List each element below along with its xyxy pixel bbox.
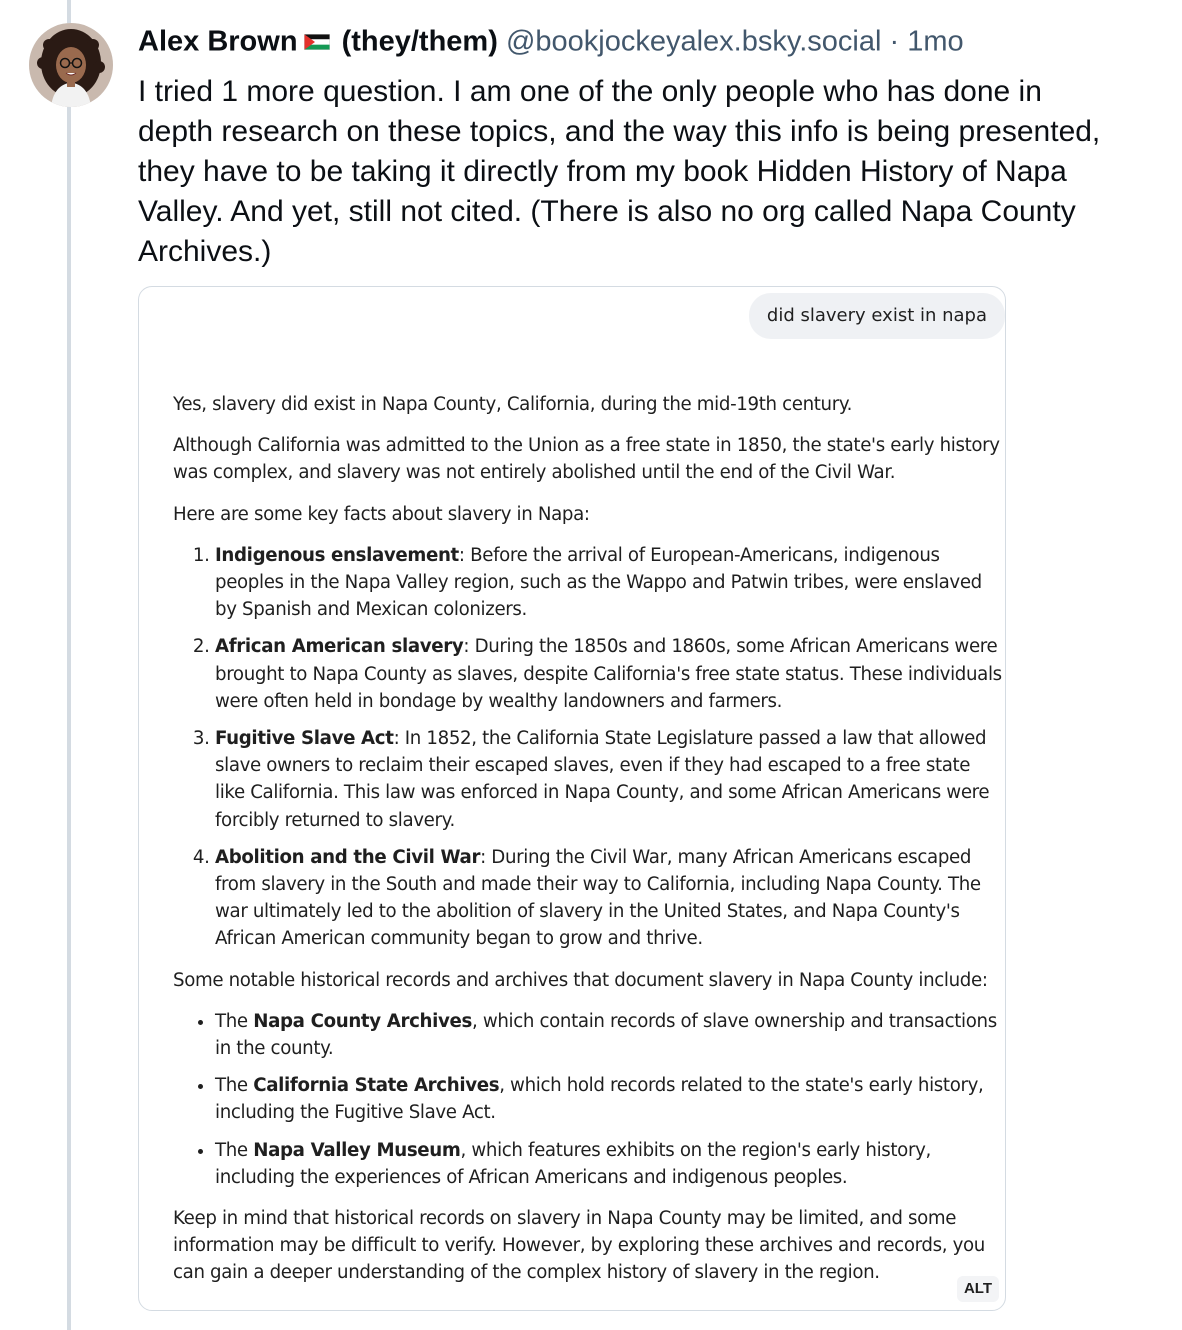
post-body: Alex Brown (they/them) @bookjockeyalex.b…	[138, 22, 1158, 272]
record-name: Napa Valley Museum	[253, 1139, 461, 1161]
list-item: The California State Archives, which hol…	[215, 1072, 1003, 1126]
record-prefix: The	[215, 1139, 254, 1161]
avatar-illustration-icon	[29, 23, 113, 107]
records-list: The Napa County Archives, which contain …	[173, 1008, 1003, 1191]
palestine-flag-icon	[303, 22, 330, 60]
fact-title: Fugitive Slave Act	[215, 728, 394, 750]
list-item: Abolition and the Civil War: During the …	[215, 844, 1003, 953]
fact-title: African American slavery	[215, 636, 464, 658]
list-item: The Napa County Archives, which contain …	[215, 1008, 1003, 1062]
post-text: I tried 1 more question. I am one of the…	[138, 75, 1101, 268]
chat-screenshot: did slavery exist in napa Yes, slavery d…	[139, 287, 1005, 1310]
alt-text-badge[interactable]: ALT	[956, 1276, 999, 1302]
answer-intro: Yes, slavery did exist in Napa County, C…	[173, 394, 853, 415]
records-heading: Some notable historical records and arch…	[173, 969, 988, 991]
fact-title: Indigenous enslavement	[215, 544, 459, 566]
record-name: Napa County Archives	[253, 1010, 472, 1032]
post-timestamp[interactable]: 1mo	[907, 26, 963, 58]
author-name[interactable]: Alex Brown	[138, 26, 298, 58]
avatar[interactable]	[29, 23, 113, 107]
record-name: California State Archives	[253, 1075, 500, 1097]
header-separator: ·	[889, 25, 900, 58]
record-prefix: The	[215, 1010, 254, 1032]
list-item: Fugitive Slave Act: In 1852, the Califor…	[215, 725, 1003, 834]
list-item: African American slavery: During the 185…	[215, 633, 1003, 715]
list-item: Indigenous enslavement: Before the arriv…	[215, 542, 1003, 624]
facts-heading: Here are some key facts about slavery in…	[173, 503, 590, 525]
ai-answer: Yes, slavery did exist in Napa County, C…	[173, 391, 1003, 1301]
answer-context: Although California was admitted to the …	[173, 435, 1000, 484]
fact-title: Abolition and the Civil War	[215, 846, 481, 868]
pronouns[interactable]: (they/them)	[342, 26, 498, 58]
facts-list: Indigenous enslavement: Before the arriv…	[173, 542, 1003, 953]
record-prefix: The	[215, 1075, 254, 1097]
list-item: The Napa Valley Museum, which features e…	[215, 1137, 1003, 1191]
answer-closing: Keep in mind that historical records on …	[173, 1208, 985, 1284]
post-header: Alex Brown (they/them) @bookjockeyalex.b…	[138, 22, 1158, 64]
image-embed[interactable]: did slavery exist in napa Yes, slavery d…	[138, 286, 1006, 1311]
user-query-bubble: did slavery exist in napa	[748, 293, 1005, 339]
thread-line	[67, 0, 71, 1330]
author-handle[interactable]: @bookjockeyalex.bsky.social	[506, 26, 881, 58]
